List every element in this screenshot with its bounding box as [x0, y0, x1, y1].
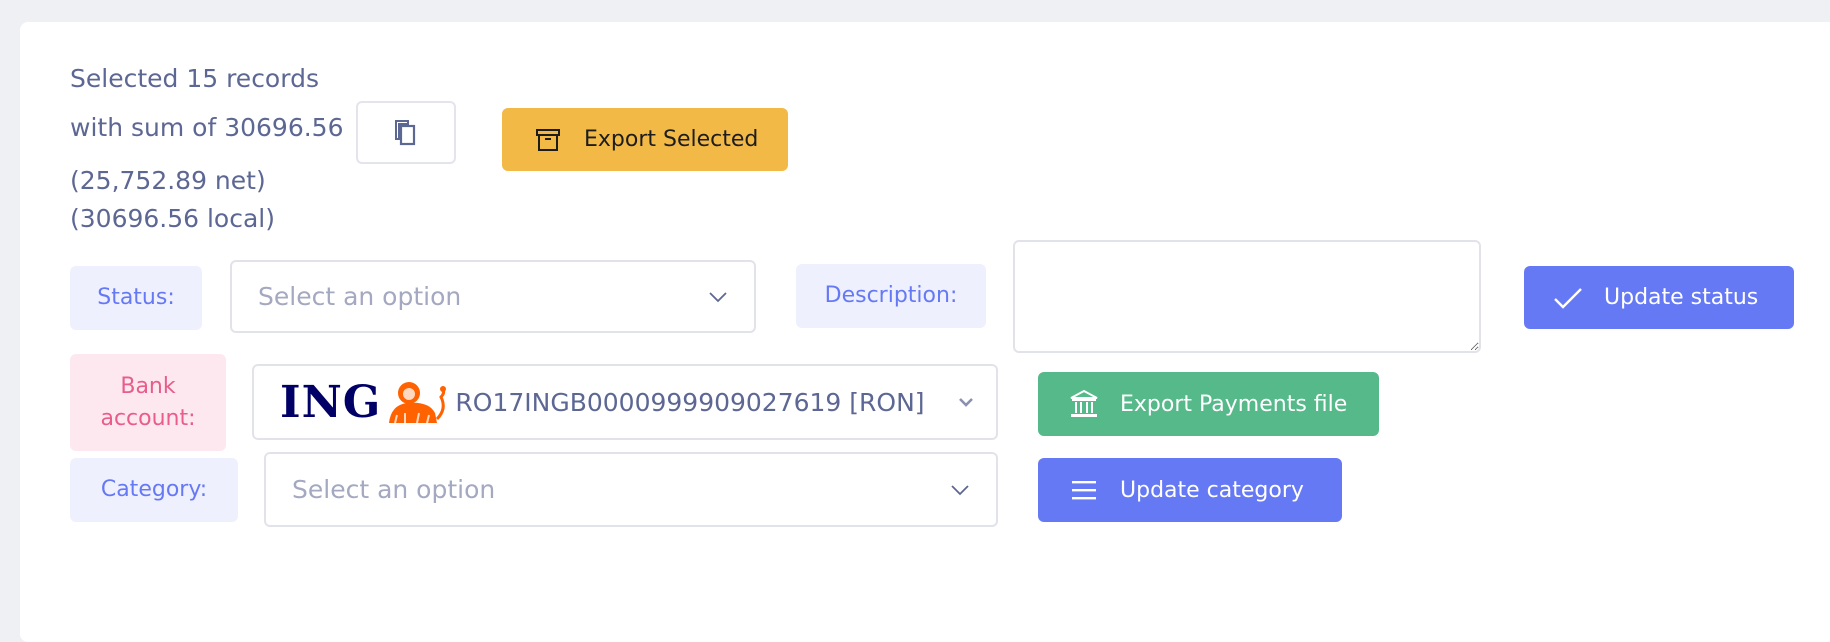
category-label-text: Category:	[100, 477, 208, 503]
category-select[interactable]: Select an option	[264, 452, 998, 527]
export-selected-button[interactable]: Export Selected	[502, 108, 788, 171]
chevron-down-icon	[959, 398, 973, 407]
category-select-placeholder: Select an option	[292, 475, 496, 504]
check-icon	[1552, 285, 1584, 311]
bank-account-value: RO17INGB0000999909027619 [RON]	[455, 387, 925, 417]
status-label-text: Status:	[97, 285, 175, 311]
description-textarea[interactable]	[1013, 240, 1481, 353]
ing-logo-text: ING	[280, 376, 382, 428]
status-label: Status:	[70, 266, 202, 330]
update-category-button[interactable]: Update category	[1038, 458, 1342, 522]
status-select[interactable]: Select an option	[230, 260, 756, 333]
description-label-text: Description:	[824, 283, 958, 309]
update-status-label: Update status	[1604, 285, 1759, 310]
bank-account-label: Bank account:	[70, 354, 226, 451]
export-payments-file-button[interactable]: Export Payments file	[1038, 372, 1379, 436]
description-label: Description:	[796, 264, 986, 328]
update-category-label: Update category	[1120, 477, 1304, 503]
ing-logo: ING	[280, 377, 449, 428]
archive-box-icon	[532, 126, 564, 154]
ing-lion-icon	[389, 382, 447, 424]
category-label: Category:	[70, 458, 238, 522]
chevron-down-icon	[709, 291, 727, 302]
net-sum-text: (25,752.89 net)	[70, 166, 266, 195]
local-sum-text: (30696.56 local)	[70, 204, 275, 233]
export-payments-file-label: Export Payments file	[1120, 391, 1348, 417]
bank-building-icon	[1068, 388, 1100, 420]
copy-sum-button[interactable]	[356, 101, 456, 164]
export-selected-label: Export Selected	[584, 127, 759, 152]
selected-count-text: Selected 15 records	[70, 64, 319, 93]
update-status-button[interactable]: Update status	[1524, 266, 1794, 329]
list-icon	[1068, 478, 1100, 502]
chevron-down-icon	[951, 484, 969, 495]
status-select-placeholder: Select an option	[258, 282, 462, 311]
bank-account-select[interactable]: ING RO17INGB0000999909027619 [RON]	[252, 364, 998, 440]
selected-sum-text: with sum of 30696.56	[70, 113, 344, 142]
bank-account-label-line1: Bank	[120, 373, 176, 399]
copy-icon	[395, 119, 416, 145]
bank-account-label-line2: account:	[100, 405, 196, 431]
